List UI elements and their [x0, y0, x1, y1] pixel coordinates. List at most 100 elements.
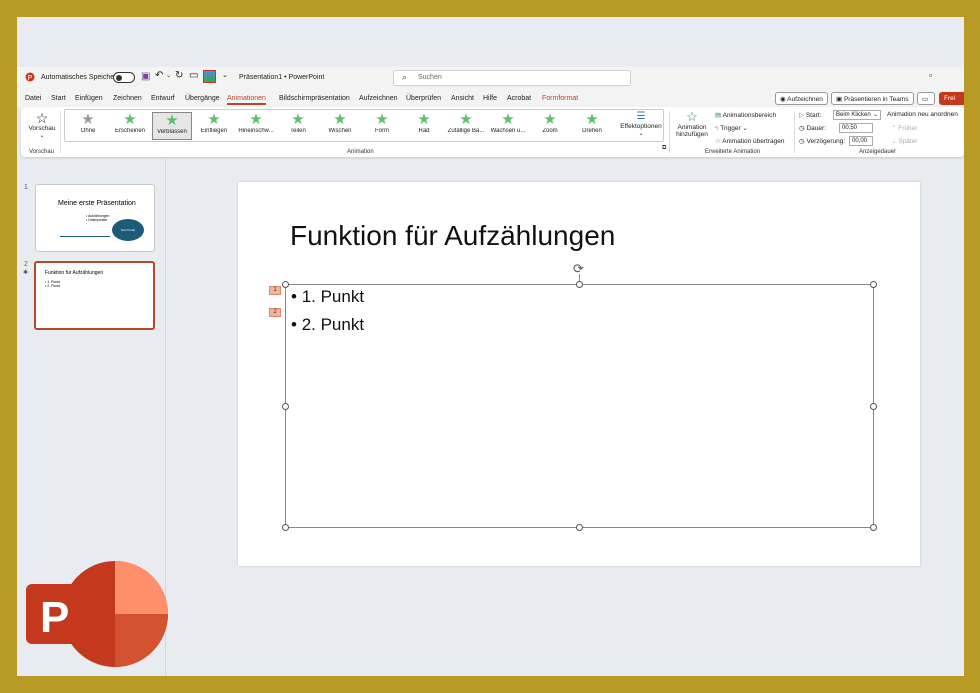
add-animation-label-2: hinzufügen: [676, 131, 708, 138]
tab-aufzeichnen[interactable]: Aufzeichnen: [359, 95, 398, 102]
resize-handle[interactable]: [870, 403, 877, 410]
resize-handle[interactable]: [870, 281, 877, 288]
animation-effect-label: Zufällige Ba...: [447, 128, 485, 134]
thumb-1-bullet-2: Unterpunkte: [88, 218, 108, 222]
slide-thumbnail-2[interactable]: Funktion für Aufzählungen • 1. Punkt • 2…: [34, 261, 155, 330]
animation-effect-4[interactable]: ★ Hineinschw...: [236, 112, 276, 140]
separator: [60, 111, 61, 153]
teams-icon: ▣: [836, 96, 844, 103]
title-bar: P Automatisches Speichern ▣ ↶ ⌄ ↻ ▭ ⌄ Pr…: [17, 67, 964, 91]
star-green-icon: ★: [207, 111, 221, 128]
animation-tag-1[interactable]: 1: [269, 286, 281, 295]
tab-acrobat[interactable]: Acrobat: [507, 95, 531, 102]
autosave-toggle[interactable]: [113, 72, 135, 83]
slide-thumbnail-1[interactable]: Meine erste Präsentation • Aufzählungen …: [35, 184, 155, 252]
reorder-label: Animation neu anordnen: [887, 111, 958, 118]
thumb-1-title: Meine erste Präsentation: [58, 200, 136, 207]
start-label: ▷ Start:: [799, 111, 821, 119]
animation-effect-11[interactable]: ★ Zoom: [530, 112, 570, 140]
record-button[interactable]: ◉ Aufzeichnen: [775, 92, 828, 105]
animation-dialog-launcher-icon[interactable]: ⧉: [662, 145, 666, 152]
redo-icon[interactable]: ↻: [175, 70, 183, 81]
animation-tag-2[interactable]: 2: [269, 308, 281, 317]
duration-clock-icon: ◷: [799, 125, 805, 132]
add-animation-button[interactable]: ☆ Animation hinzufügen: [673, 109, 711, 138]
slide-title[interactable]: Funktion für Aufzählungen: [290, 220, 615, 252]
animation-pane-button[interactable]: ▤ Animationsbereich: [715, 111, 776, 119]
animation-pane-label: Animationsbereich: [722, 112, 777, 119]
animation-effect-7[interactable]: ★ Form: [362, 112, 402, 140]
search-box[interactable]: ⌕ Suchen: [393, 70, 631, 86]
separator: [669, 111, 670, 153]
animation-effect-0[interactable]: ★ Ohne: [68, 112, 108, 140]
thumb-1-bullet: • Unterpunkte: [86, 218, 108, 222]
resize-handle[interactable]: [870, 524, 877, 531]
timing-group-label: Anzeigedauer: [859, 149, 897, 155]
tab-formformat[interactable]: Formformat: [542, 95, 578, 102]
star-green-icon: ★: [165, 112, 179, 129]
animation-effect-1[interactable]: ★ Erscheinen: [110, 112, 150, 140]
preview-button[interactable]: ☆ Vorschau ⌄: [27, 111, 57, 139]
effect-options-button[interactable]: ☰ Effektoptionen ⌄: [618, 111, 664, 137]
animation-effect-label: Drehen: [582, 128, 602, 134]
thumb-2-bullet-2: 2. Punkt: [47, 284, 61, 288]
duration-label: ◷ Dauer:: [799, 124, 826, 132]
tab-entwurf[interactable]: Entwurf: [151, 95, 175, 102]
powerpoint-logo: P: [26, 560, 168, 668]
animation-group-label: Animation: [347, 149, 374, 155]
resize-handle[interactable]: [282, 281, 289, 288]
animation-effect-label: Wachsen u...: [490, 128, 526, 134]
resize-handle[interactable]: [282, 524, 289, 531]
resize-handle[interactable]: [576, 524, 583, 531]
start-select[interactable]: Beim Klicken ⌄: [833, 110, 881, 120]
animation-effect-6[interactable]: ★ Wischen: [320, 112, 360, 140]
present-teams-button[interactable]: ▣ Präsentieren in Teams: [831, 92, 914, 105]
content-textbox[interactable]: • 1. Punkt • 2. Punkt: [282, 281, 877, 531]
comments-button[interactable]: ▭: [917, 92, 935, 105]
resize-handle[interactable]: [576, 281, 583, 288]
animation-effect-9[interactable]: ★ Zufällige Ba...: [446, 112, 486, 140]
qat-more-icon[interactable]: ⌄: [222, 71, 228, 79]
thumb-1-ellipse: Text Punkt: [112, 219, 144, 241]
tab-ansicht[interactable]: Ansicht: [451, 95, 474, 102]
add-animation-star-icon: ☆: [686, 109, 698, 124]
tab-uebergaenge[interactable]: Übergänge: [185, 95, 220, 102]
trigger-button[interactable]: ϟ Trigger ⌄: [715, 124, 748, 132]
delay-input[interactable]: 00,00: [849, 136, 873, 146]
animation-effect-2[interactable]: ★ Verblassen: [152, 112, 192, 140]
undo-dropdown-icon[interactable]: ⌄: [166, 72, 171, 79]
animation-effect-3[interactable]: ★ Einfliegen: [194, 112, 234, 140]
tab-ueberpruefen[interactable]: Überprüfen: [406, 95, 441, 102]
tab-zeichnen[interactable]: Zeichnen: [113, 95, 142, 102]
animation-effect-12[interactable]: ★ Drehen: [572, 112, 612, 140]
search-placeholder: Suchen: [418, 74, 442, 81]
window-control-icon[interactable]: ▫: [929, 70, 932, 80]
duration-input[interactable]: 00,50: [839, 123, 873, 133]
animation-effect-label: Ohne: [80, 128, 96, 134]
share-button[interactable]: Frei: [939, 92, 964, 105]
thumb-2-bullet: • 2. Punkt: [45, 284, 61, 288]
animation-effect-5[interactable]: ★ Teilen: [278, 112, 318, 140]
tab-bildschirmpraesentation[interactable]: Bildschirmpräsentation: [279, 95, 350, 102]
resize-handle[interactable]: [282, 403, 289, 410]
animation-painter-icon: ☆: [715, 138, 721, 145]
tab-hilfe[interactable]: Hilfe: [483, 95, 497, 102]
slideshow-start-icon[interactable]: ▭: [189, 70, 198, 81]
tab-animationen[interactable]: Animationen: [227, 95, 266, 105]
undo-icon[interactable]: ↶: [155, 70, 163, 81]
comment-icon: ▭: [922, 96, 929, 103]
save-icon[interactable]: ▣: [141, 71, 150, 82]
start-label-text: Start:: [805, 112, 822, 119]
animation-painter-button[interactable]: ☆ Animation übertragen: [715, 137, 784, 145]
tab-einfuegen[interactable]: Einfügen: [75, 95, 103, 102]
arrow-down-icon: ⌄: [891, 138, 897, 145]
star-green-icon: ★: [375, 111, 389, 128]
customize-icon[interactable]: [203, 70, 216, 83]
slide-number-2: 2: [24, 261, 28, 268]
animation-effect-8[interactable]: ★ Rad: [404, 112, 444, 140]
move-later-button[interactable]: ⌄ Später: [891, 137, 917, 145]
tab-start[interactable]: Start: [51, 95, 66, 102]
animation-effect-10[interactable]: ★ Wachsen u...: [488, 112, 528, 140]
move-earlier-button[interactable]: ⌃ Früher: [891, 124, 917, 132]
tab-datei[interactable]: Datei: [25, 95, 41, 102]
